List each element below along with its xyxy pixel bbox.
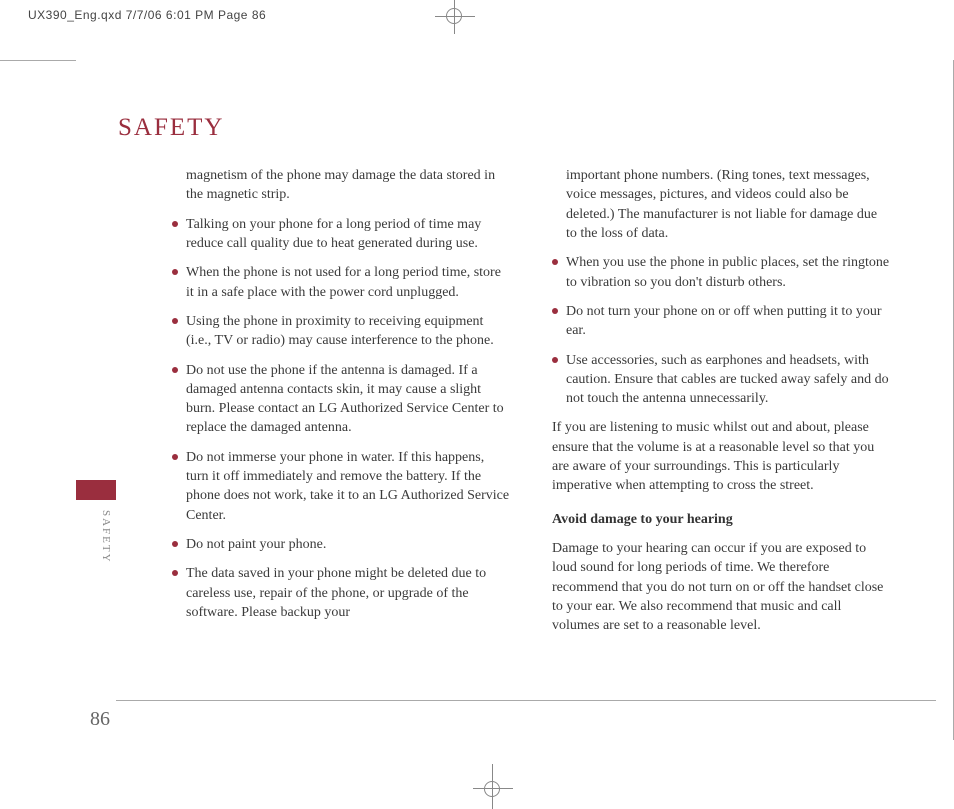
bullet-item: The data saved in your phone might be de…: [172, 564, 510, 622]
right-intro: important phone numbers. (Ring tones, te…: [566, 166, 890, 243]
page-body: SAFETY SAFETY magnetism of the phone may…: [76, 60, 924, 780]
side-tab: [76, 480, 116, 500]
bullet-item: Do not use the phone if the antenna is d…: [172, 361, 510, 438]
crop-register-top: [446, 8, 462, 24]
bullet-item: Do not paint your phone.: [172, 535, 510, 554]
trim-rule-top: [0, 60, 76, 61]
left-intro: magnetism of the phone may damage the da…: [186, 166, 510, 205]
crop-register-bottom: [484, 781, 500, 797]
paragraph: Damage to your hearing can occur if you …: [552, 539, 890, 636]
bottom-rule: [116, 700, 936, 701]
bullet-item: Do not turn your phone on or off when pu…: [552, 302, 890, 341]
bullet-item: Use accessories, such as earphones and h…: [552, 351, 890, 409]
content-columns: magnetism of the phone may damage the da…: [172, 166, 904, 646]
bullet-item: When you use the phone in public places,…: [552, 253, 890, 292]
left-bullet-list: Talking on your phone for a long period …: [172, 215, 510, 623]
bullet-item: Talking on your phone for a long period …: [172, 215, 510, 254]
section-title: SAFETY: [118, 114, 224, 142]
bullet-item: Using the phone in proximity to receivin…: [172, 312, 510, 351]
left-column: magnetism of the phone may damage the da…: [172, 166, 510, 646]
subheading: Avoid damage to your hearing: [552, 510, 890, 529]
right-bullet-list: When you use the phone in public places,…: [552, 253, 890, 408]
bullet-item: When the phone is not used for a long pe…: [172, 263, 510, 302]
print-header: UX390_Eng.qxd 7/7/06 6:01 PM Page 86: [28, 8, 266, 22]
side-label: SAFETY: [100, 510, 112, 564]
page-number: 86: [90, 708, 110, 731]
bullet-item: Do not immerse your phone in water. If t…: [172, 448, 510, 525]
right-column: important phone numbers. (Ring tones, te…: [552, 166, 890, 646]
paragraph: If you are listening to music whilst out…: [552, 418, 890, 495]
